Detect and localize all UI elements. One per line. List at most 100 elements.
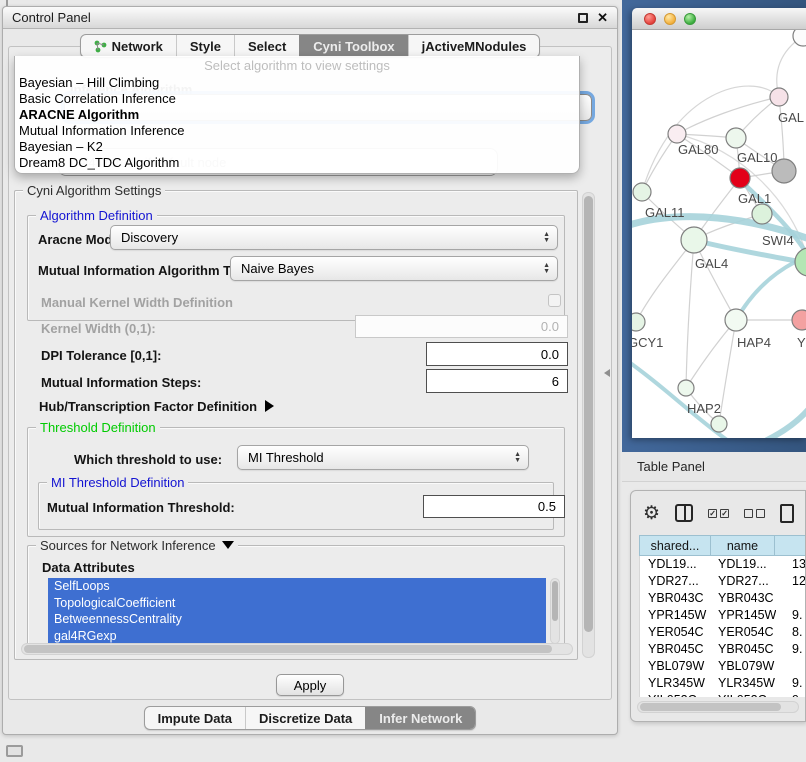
manual-kernel-checkbox[interactable] bbox=[548, 294, 561, 307]
table-cell[interactable]: 8. bbox=[776, 624, 806, 641]
kernel-width-field[interactable]: 0.0 bbox=[355, 315, 568, 338]
algorithm-option[interactable]: Bayesian – Hill Climbing bbox=[15, 75, 579, 91]
table-cell[interactable]: YLR345W bbox=[712, 675, 776, 692]
network-node-hap2[interactable] bbox=[678, 380, 694, 396]
network-node-gal1[interactable] bbox=[730, 168, 750, 188]
tab-network[interactable]: Network bbox=[81, 35, 176, 57]
table-cell[interactable]: YDR27... bbox=[640, 573, 712, 590]
algorithm-option-selected[interactable]: ARACNE Algorithm bbox=[15, 107, 579, 123]
table-cell[interactable]: YBR043C bbox=[712, 590, 776, 607]
tab-infer-network[interactable]: Infer Network bbox=[365, 707, 475, 729]
collapsed-panel-icon[interactable] bbox=[6, 745, 23, 757]
tab-impute-data[interactable]: Impute Data bbox=[145, 707, 245, 729]
attribute-item-selected[interactable]: gal4RGexp bbox=[48, 628, 546, 645]
close-icon[interactable]: ✕ bbox=[597, 13, 608, 23]
close-traffic-light-icon[interactable] bbox=[644, 13, 656, 25]
table-row[interactable]: YBL079WYBL079W bbox=[640, 658, 806, 675]
table-row[interactable]: YBR043CYBR043C bbox=[640, 590, 806, 607]
table-row[interactable]: YIL052CYIL052C9 bbox=[640, 692, 806, 697]
table-row[interactable]: YLR345WYLR345W9. bbox=[640, 675, 806, 692]
tab-select[interactable]: Select bbox=[234, 35, 299, 57]
table-cell[interactable]: YER054C bbox=[712, 624, 776, 641]
document-icon[interactable] bbox=[780, 504, 794, 523]
table-cell[interactable]: YBR045C bbox=[640, 641, 712, 658]
table-cell[interactable]: YDL19... bbox=[712, 556, 776, 573]
network-node[interactable] bbox=[793, 30, 806, 46]
network-node-gal80[interactable] bbox=[668, 125, 686, 143]
attribute-list-scrollbar[interactable] bbox=[550, 578, 560, 644]
table-cell[interactable]: YLR345W bbox=[640, 675, 712, 692]
algorithm-option[interactable]: Dream8 DC_TDC Algorithm bbox=[15, 155, 579, 171]
table-row[interactable]: YDR27...YDR27...12 bbox=[640, 573, 806, 590]
attribute-item-selected[interactable]: SelfLoops bbox=[48, 578, 546, 595]
table-row[interactable]: YDL19...YDL19...13 bbox=[640, 556, 806, 573]
mi-threshold-field[interactable]: 0.5 bbox=[423, 495, 565, 518]
network-canvas[interactable]: GALGAL80GAL10GAL1GAL11SWI4GAL4GCY1HAP4YH… bbox=[632, 30, 806, 438]
table-cell[interactable]: YDL19... bbox=[640, 556, 712, 573]
column-header[interactable]: name bbox=[711, 535, 775, 556]
tab-discretize-data[interactable]: Discretize Data bbox=[245, 707, 365, 729]
table-cell[interactable]: YPR145W bbox=[712, 607, 776, 624]
table-cell[interactable]: YPR145W bbox=[640, 607, 712, 624]
which-threshold-combo[interactable]: MI Threshold ▲▼ bbox=[237, 445, 529, 470]
network-node-gal[interactable] bbox=[770, 88, 788, 106]
table-cell[interactable]: YBL079W bbox=[712, 658, 776, 675]
settings-gear-icon[interactable]: ⚙ bbox=[643, 504, 660, 523]
column-header[interactable]: shared... bbox=[639, 535, 711, 556]
apply-button[interactable]: Apply bbox=[276, 674, 345, 696]
table-cell[interactable]: YIL052C bbox=[640, 692, 712, 697]
table-cell[interactable]: 9. bbox=[776, 607, 806, 624]
network-node[interactable] bbox=[795, 248, 806, 276]
settings-vertical-scrollbar[interactable] bbox=[582, 192, 595, 658]
minimize-traffic-light-icon[interactable] bbox=[664, 13, 676, 25]
algorithm-option[interactable]: Mutual Information Inference bbox=[15, 123, 579, 139]
aracne-mode-combo[interactable]: Discovery ▲▼ bbox=[110, 225, 558, 250]
network-node[interactable] bbox=[711, 416, 727, 432]
table-cell[interactable]: YBL079W bbox=[640, 658, 712, 675]
panel-divider-handle[interactable] bbox=[604, 369, 610, 377]
dpi-tolerance-field[interactable]: 0.0 bbox=[426, 342, 568, 366]
select-all-icon[interactable]: ✓✓ bbox=[708, 509, 729, 518]
algorithm-dropdown-popup: Select algorithm to view settings Bayesi… bbox=[14, 56, 580, 174]
network-node-y[interactable] bbox=[792, 310, 806, 330]
network-node-hap4[interactable] bbox=[725, 309, 747, 331]
float-window-icon[interactable] bbox=[578, 13, 588, 23]
table-cell[interactable]: YDR27... bbox=[712, 573, 776, 590]
table-cell[interactable]: 9. bbox=[776, 675, 806, 692]
network-node-swi4[interactable] bbox=[752, 204, 772, 224]
column-layout-icon[interactable] bbox=[675, 504, 693, 522]
attribute-item-selected[interactable]: BetweennessCentrality bbox=[48, 611, 546, 628]
network-node-gal11[interactable] bbox=[633, 183, 651, 201]
table-cell[interactable]: 9 bbox=[776, 692, 806, 697]
table-cell[interactable] bbox=[776, 590, 806, 607]
table-horizontal-scrollbar[interactable] bbox=[637, 701, 799, 713]
table-row[interactable]: YPR145WYPR145W9. bbox=[640, 607, 806, 624]
network-node-gcy1[interactable] bbox=[632, 313, 645, 331]
network-node-gal10[interactable] bbox=[726, 128, 746, 148]
mi-type-combo[interactable]: Naive Bayes ▲▼ bbox=[230, 256, 558, 281]
algorithm-option[interactable]: Basic Correlation Inference bbox=[15, 91, 579, 107]
tab-style[interactable]: Style bbox=[176, 35, 234, 57]
column-header[interactable]: A bbox=[775, 535, 806, 556]
table-cell[interactable]: 13 bbox=[776, 556, 806, 573]
table-cell[interactable]: YER054C bbox=[640, 624, 712, 641]
table-cell[interactable]: YBR045C bbox=[712, 641, 776, 658]
algorithm-option[interactable]: Bayesian – K2 bbox=[15, 139, 579, 155]
zoom-traffic-light-icon[interactable] bbox=[684, 13, 696, 25]
table-row[interactable]: YBR045CYBR045C9. bbox=[640, 641, 806, 658]
tab-cyni-toolbox[interactable]: Cyni Toolbox bbox=[299, 35, 407, 57]
settings-horizontal-scrollbar[interactable] bbox=[21, 643, 573, 655]
tab-jactivemnodules[interactable]: jActiveMNodules bbox=[408, 35, 540, 57]
table-cell[interactable]: YBR043C bbox=[640, 590, 712, 607]
network-node-gal4[interactable] bbox=[681, 227, 707, 253]
table-cell[interactable] bbox=[776, 658, 806, 675]
sources-title[interactable]: Sources for Network Inference bbox=[36, 538, 238, 553]
table-cell[interactable]: YIL052C bbox=[712, 692, 776, 697]
hub-definition-toggle[interactable]: Hub/Transcription Factor Definition bbox=[39, 399, 274, 414]
attribute-item-selected[interactable]: TopologicalCoefficient bbox=[48, 595, 546, 612]
deselect-all-icon[interactable] bbox=[744, 509, 765, 518]
mi-steps-field[interactable]: 6 bbox=[426, 369, 568, 393]
table-cell[interactable]: 12 bbox=[776, 573, 806, 590]
table-cell[interactable]: 9. bbox=[776, 641, 806, 658]
table-row[interactable]: YER054CYER054C8. bbox=[640, 624, 806, 641]
